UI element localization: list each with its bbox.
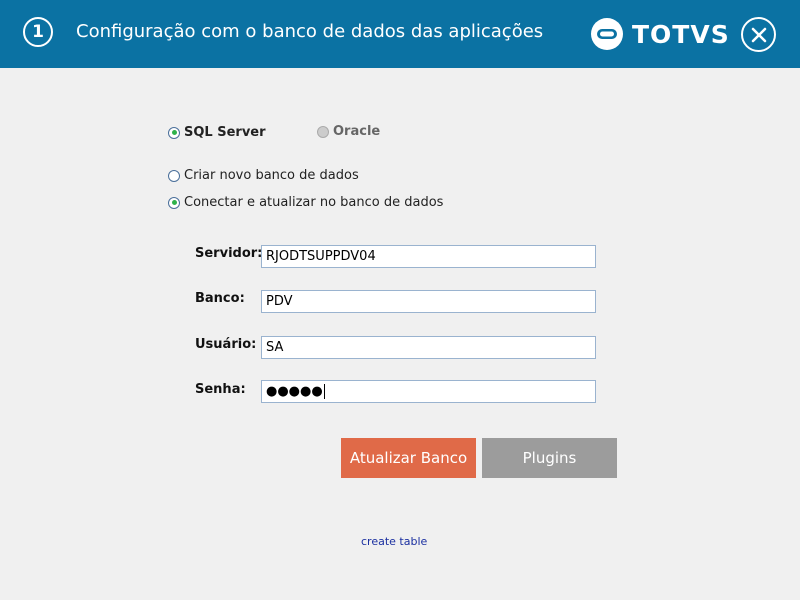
create-table-link[interactable]: create table [361,535,427,548]
logo-text: TOTVS [632,19,730,49]
page-title: Configuração com o banco de dados das ap… [76,21,544,42]
server-label: Servidor: [195,246,263,261]
password-input[interactable]: ●●●●● [261,380,596,403]
close-button[interactable] [741,17,776,52]
totvs-logo-icon [591,18,623,50]
plugins-button[interactable]: Plugins [482,438,617,478]
user-label: Usuário: [195,337,257,352]
text-caret [323,384,325,399]
header-bar: 1 Configuração com o banco de dados das … [0,0,800,68]
radio-button[interactable] [168,169,180,182]
radio-oracle: Oracle [317,124,380,139]
password-mask: ●●●●● [266,384,323,399]
database-input[interactable]: PDV [261,290,596,313]
database-label: Banco: [195,291,245,306]
totvs-logo: TOTVS [590,17,730,51]
radio-button[interactable] [168,196,180,209]
radio-connect-update-database[interactable]: Conectar e atualizar no banco de dados [168,195,443,210]
step-number: 1 [32,22,44,42]
radio-button[interactable] [168,126,180,139]
close-icon [751,27,766,42]
radio-label: Criar novo banco de dados [184,168,359,183]
radio-sql-server[interactable]: SQL Server [168,125,266,140]
user-input[interactable]: SA [261,336,596,359]
radio-create-new-database[interactable]: Criar novo banco de dados [168,168,359,183]
radio-label: Oracle [333,124,381,139]
radio-label: SQL Server [184,125,266,140]
step-number-badge: 1 [23,17,53,47]
server-input[interactable]: RJODTSUPPDV04 [261,245,596,268]
password-label: Senha: [195,382,246,397]
update-database-button[interactable]: Atualizar Banco [341,438,476,478]
radio-label: Conectar e atualizar no banco de dados [184,195,444,210]
radio-button [317,125,329,138]
